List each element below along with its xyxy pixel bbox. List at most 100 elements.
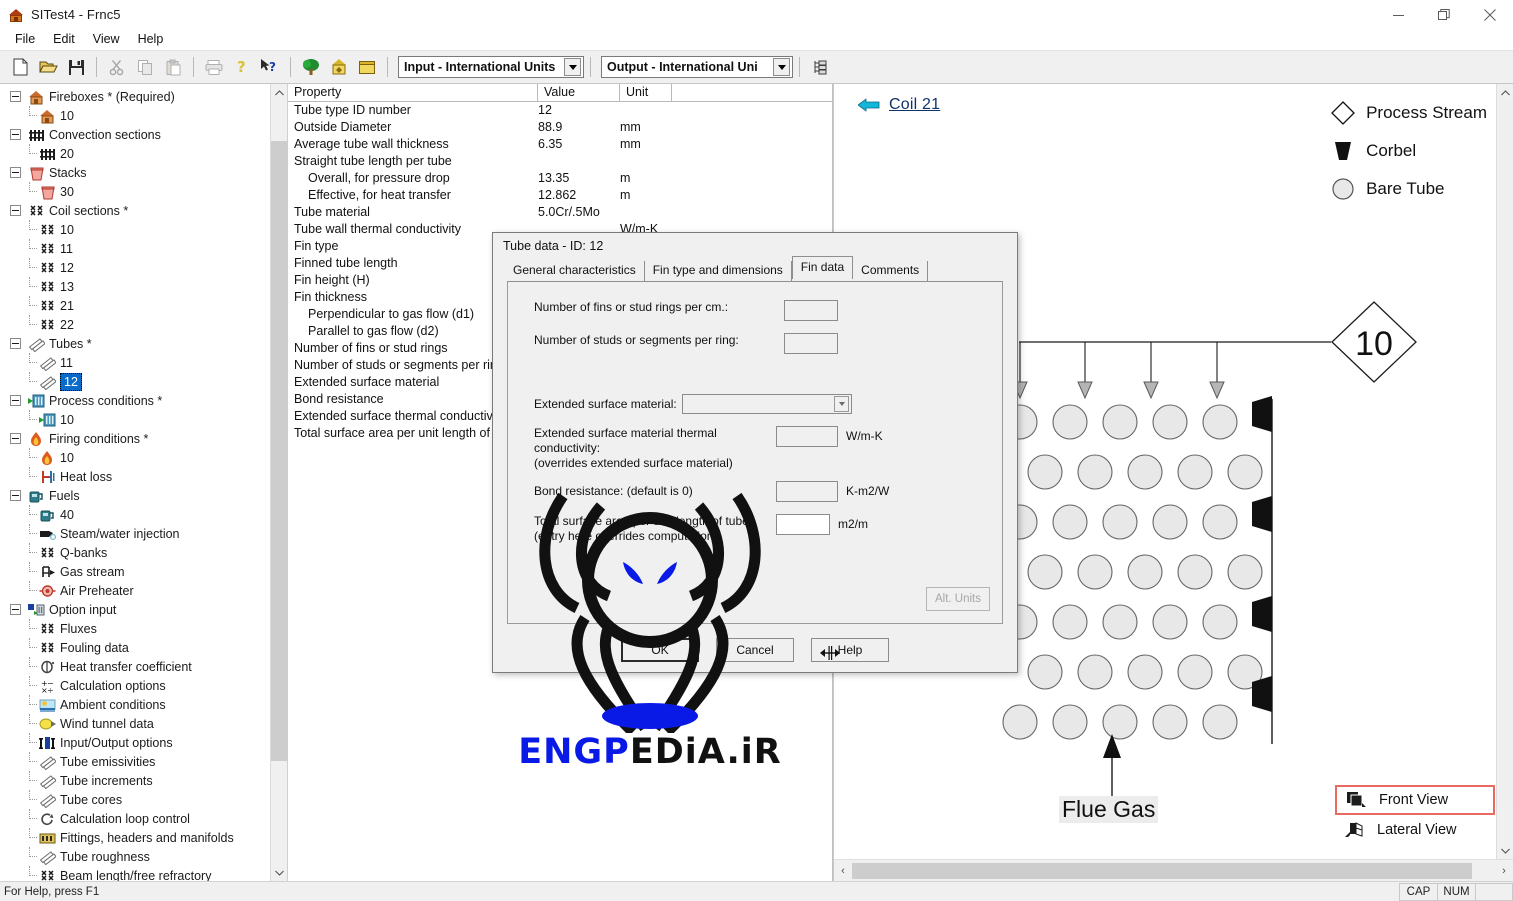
dialog-tab-comments[interactable]: Comments <box>853 261 929 281</box>
property-row[interactable]: Average tube wall thickness 6.35 mm <box>288 136 832 153</box>
cancel-button[interactable]: Cancel <box>716 638 794 662</box>
tree-item-11[interactable]: 11 <box>0 353 270 372</box>
fins-per-cm-input[interactable] <box>784 300 838 321</box>
tree-item-10[interactable]: 10 <box>0 106 270 125</box>
studs-per-ring-input[interactable] <box>784 333 838 354</box>
tree-item-q-banks[interactable]: Q-banks <box>0 543 270 562</box>
scroll-left-icon[interactable]: ‹ <box>834 865 852 877</box>
collapse-toggle-icon[interactable] <box>10 395 21 406</box>
tree-view-icon[interactable] <box>806 54 834 80</box>
tree-item-fouling-data[interactable]: Fouling data <box>0 638 270 657</box>
total-surface-area-input[interactable] <box>776 514 830 535</box>
scroll-right-icon[interactable]: › <box>1495 865 1513 877</box>
tree-scrollbar[interactable] <box>270 84 288 881</box>
cut-scissors-icon[interactable] <box>103 54 131 80</box>
property-value-cell[interactable]: 13.35 <box>538 170 620 187</box>
column-header-value[interactable]: Value <box>538 84 620 101</box>
diagram-vscroll-track[interactable] <box>1497 101 1513 842</box>
dialog-tab-general-characteristics[interactable]: General characteristics <box>505 261 645 281</box>
tree-item-stacks[interactable]: Stacks <box>0 163 270 182</box>
alt-units-button[interactable]: Alt. Units <box>926 587 990 611</box>
tree-item-tube-cores[interactable]: Tube cores <box>0 790 270 809</box>
menu-file[interactable]: File <box>6 30 44 50</box>
tree-item-air-preheater[interactable]: Air Preheater <box>0 581 270 600</box>
tree-item-ambient-conditions[interactable]: Ambient conditions <box>0 695 270 714</box>
menu-help[interactable]: Help <box>129 30 173 50</box>
tree-item-fittings-headers-and-manifolds[interactable]: Fittings, headers and manifolds <box>0 828 270 847</box>
new-document-icon[interactable] <box>6 54 34 80</box>
ok-button[interactable]: OK <box>621 638 699 662</box>
property-value-cell[interactable]: 6.35 <box>538 136 620 153</box>
tree-item-beam-length-free-refractory[interactable]: Beam length/free refractory <box>0 866 270 881</box>
tree-icon[interactable] <box>297 54 325 80</box>
chevron-down-icon[interactable] <box>834 396 849 412</box>
collapse-toggle-icon[interactable] <box>10 433 21 444</box>
scroll-up-icon[interactable] <box>1497 84 1513 101</box>
tree-item-gas-stream[interactable]: Gas stream <box>0 562 270 581</box>
collapse-toggle-icon[interactable] <box>10 205 21 216</box>
property-row[interactable]: Tube type ID number 12 <box>288 102 832 119</box>
close-icon[interactable] <box>1467 0 1513 30</box>
scroll-up-icon[interactable] <box>271 84 287 101</box>
output-units-combo[interactable]: Output - International Uni <box>601 56 793 78</box>
minimize-icon[interactable] <box>1375 0 1421 30</box>
print-icon[interactable] <box>200 54 228 80</box>
tree-scrollbar-thumb[interactable] <box>271 141 288 761</box>
tree-item-steam-water-injection[interactable]: Steam/water injection <box>0 524 270 543</box>
tree-item-tube-emissivities[interactable]: Tube emissivities <box>0 752 270 771</box>
tree-item-tube-increments[interactable]: Tube increments <box>0 771 270 790</box>
collapse-toggle-icon[interactable] <box>10 338 21 349</box>
tree-item-input-output-options[interactable]: Input/Output options <box>0 733 270 752</box>
property-value-cell[interactable]: 12 <box>538 102 620 119</box>
tree-item-process-conditions[interactable]: Process conditions * <box>0 391 270 410</box>
collapse-toggle-icon[interactable] <box>10 167 21 178</box>
collapse-toggle-icon[interactable] <box>10 91 21 102</box>
open-folder-icon[interactable] <box>34 54 62 80</box>
tree-item-fuels[interactable]: Fuels <box>0 486 270 505</box>
tree-item-22[interactable]: 22 <box>0 315 270 334</box>
surface-conductivity-input[interactable] <box>776 426 838 447</box>
help-pointer-icon[interactable]: ? <box>256 54 284 80</box>
tree-item-30[interactable]: 30 <box>0 182 270 201</box>
diagram-horizontal-scrollbar[interactable]: ‹ › <box>834 859 1513 881</box>
save-disk-icon[interactable] <box>62 54 90 80</box>
property-row[interactable]: Effective, for heat transfer 12.862 m <box>288 187 832 204</box>
tree-item-40[interactable]: 40 <box>0 505 270 524</box>
furnace-icon[interactable] <box>325 54 353 80</box>
collapse-toggle-icon[interactable] <box>10 604 21 615</box>
property-value-cell[interactable]: 12.862 <box>538 187 620 204</box>
tree-item-option-input[interactable]: Option input <box>0 600 270 619</box>
tree-item-calculation-loop-control[interactable]: Calculation loop control <box>0 809 270 828</box>
restore-icon[interactable] <box>1421 0 1467 30</box>
input-units-combo[interactable]: Input - International Units <box>398 56 584 78</box>
tree-item-fireboxes-required[interactable]: Fireboxes * (Required) <box>0 87 270 106</box>
extended-surface-material-combo[interactable] <box>682 394 852 414</box>
diagram-hscroll-thumb[interactable] <box>852 862 1472 879</box>
tree-item-firing-conditions[interactable]: Firing conditions * <box>0 429 270 448</box>
help-question-icon[interactable]: ? <box>228 54 256 80</box>
tree-scrollbar-track[interactable] <box>271 101 288 864</box>
dialog-tab-fin-type-and-dimensions[interactable]: Fin type and dimensions <box>645 261 792 281</box>
lateral-view-button[interactable]: Lateral View <box>1335 815 1495 845</box>
tree-item-21[interactable]: 21 <box>0 296 270 315</box>
property-row[interactable]: Straight tube length per tube <box>288 153 832 170</box>
scroll-down-icon[interactable] <box>271 864 287 881</box>
tree-item-coil-sections[interactable]: Coil sections * <box>0 201 270 220</box>
tree-item-fluxes[interactable]: Fluxes <box>0 619 270 638</box>
tree-item-calculation-options[interactable]: + − × ÷ Calculation options <box>0 676 270 695</box>
collapse-toggle-icon[interactable] <box>10 490 21 501</box>
menu-view[interactable]: View <box>84 30 129 50</box>
property-value-cell[interactable]: 88.9 <box>538 119 620 136</box>
chevron-down-icon[interactable] <box>564 58 581 76</box>
chevron-down-icon[interactable] <box>773 58 790 76</box>
tree-item-11[interactable]: 11 <box>0 239 270 258</box>
bond-resistance-input[interactable] <box>776 481 838 502</box>
column-header-unit[interactable]: Unit <box>620 84 672 101</box>
copy-icon[interactable] <box>131 54 159 80</box>
tree-item-12[interactable]: 12 <box>0 372 270 391</box>
dialog-tab-fin-data[interactable]: Fin data <box>791 256 854 279</box>
column-header-property[interactable]: Property <box>288 84 538 101</box>
property-value-cell[interactable]: 5.0Cr/.5Mo <box>538 204 620 221</box>
folder-open-icon[interactable] <box>353 54 381 80</box>
tree-item-heat-transfer-coefficient[interactable]: Heat transfer coefficient <box>0 657 270 676</box>
